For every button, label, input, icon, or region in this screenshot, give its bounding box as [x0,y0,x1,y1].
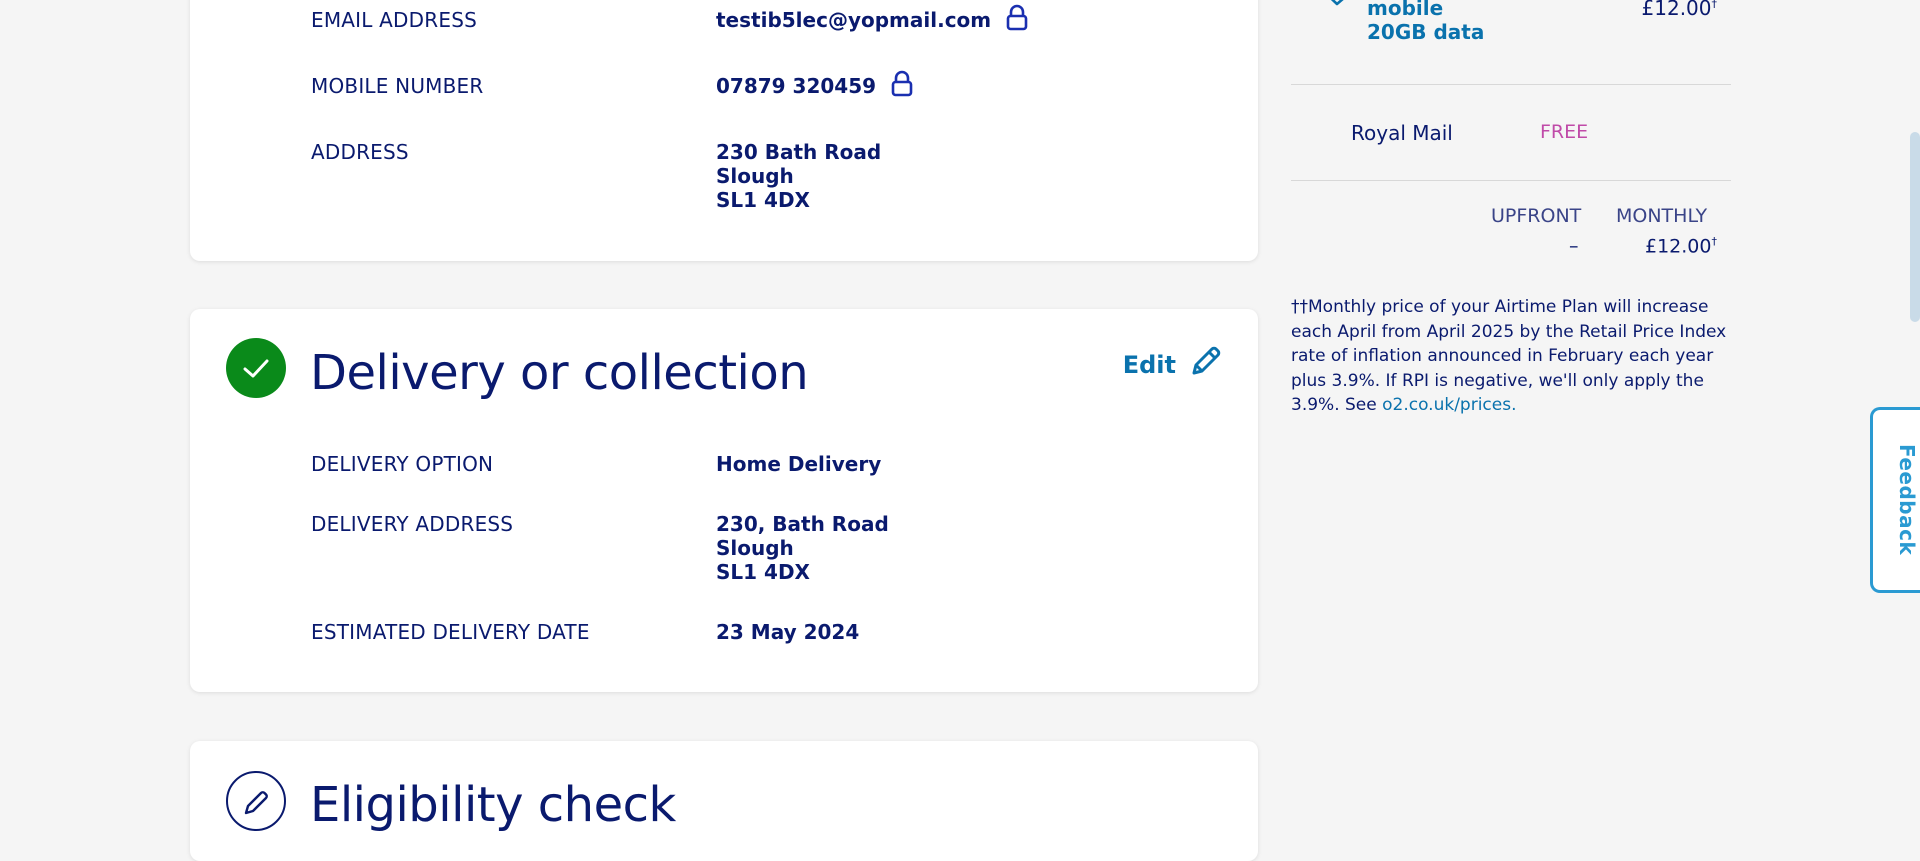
mobile-value-wrap: 07879 320459 [716,70,914,103]
upfront-value: – [1569,235,1579,257]
delivery-option-row: DELIVERY OPTION Home Delivery [311,452,1211,476]
delivery-address-row: DELIVERY ADDRESS 230, Bath Road Slough S… [311,512,1211,584]
delivery-address-label: DELIVERY ADDRESS [311,512,514,536]
edit-label: Edit [1122,351,1176,379]
chevron-check-icon [1315,0,1361,26]
checkmark-icon [226,338,286,398]
plan-name: mobile 20GB data [1367,0,1484,44]
monthly-label: MONTHLY [1616,205,1708,227]
mobile-label: MOBILE NUMBER [311,74,484,98]
delivery-address-line: SL1 4DX [716,560,810,584]
address-label: ADDRESS [311,140,409,164]
delivery-date-value: 23 May 2024 [716,620,860,644]
divider [1291,180,1731,181]
email-row: EMAIL ADDRESS testib5lec@yopmail.com [311,4,1211,37]
lock-icon [1005,4,1029,37]
mobile-value: 07879 320459 [716,74,877,98]
mobile-row: MOBILE NUMBER 07879 320459 [311,70,1211,103]
divider [1291,84,1731,85]
delivery-option-label: DELIVERY OPTION [311,452,494,476]
dagger-mark: † [1711,235,1717,248]
price-footnote: ††Monthly price of your Airtime Plan wil… [1291,295,1731,418]
feedback-tab[interactable]: Feedback [1870,407,1920,593]
address-row: ADDRESS 230 Bath Road Slough SL1 4DX [311,140,1211,212]
plan-name-line: 20GB data [1367,20,1485,44]
delivery-title: Delivery or collection [310,345,809,401]
dagger-mark: † [1711,0,1718,11]
pencil-icon [226,771,286,831]
address-line: Slough [716,164,794,188]
delivery-address-line: 230, Bath Road [716,512,889,536]
prices-link[interactable]: o2.co.uk/prices. [1382,395,1516,415]
upfront-label: UPFRONT [1491,205,1582,227]
email-label: EMAIL ADDRESS [311,8,477,32]
scrollbar-thumb[interactable] [1910,132,1920,322]
feedback-label: Feedback [1895,444,1919,556]
delivery-method: Royal Mail [1351,121,1453,145]
email-value-wrap: testib5lec@yopmail.com [716,4,1029,37]
pencil-icon [1176,343,1224,387]
eligibility-card: Eligibility check [190,741,1258,861]
delivery-cost: FREE [1540,121,1589,143]
monthly-value: £12.00 [1645,235,1712,258]
plan-price: £12.00† [1642,0,1717,20]
edit-delivery-button[interactable]: Edit [1123,343,1224,387]
lock-icon [890,70,914,103]
address-line: 230 Bath Road [716,140,882,164]
address-value: 230 Bath Road Slough SL1 4DX [716,140,881,212]
delivery-card: Delivery or collection Edit DELIVERY OPT… [190,309,1258,692]
address-line: SL1 4DX [716,188,810,212]
contact-details-card: EMAIL ADDRESS testib5lec@yopmail.com MOB… [190,0,1258,261]
monthly-value-wrap: £12.00† [1645,235,1717,257]
delivery-date-row: ESTIMATED DELIVERY DATE 23 May 2024 [311,620,1211,644]
eligibility-title: Eligibility check [310,777,676,833]
delivery-date-label: ESTIMATED DELIVERY DATE [311,620,590,644]
delivery-option-value: Home Delivery [716,452,882,476]
email-value: testib5lec@yopmail.com [716,8,992,32]
delivery-address-line: Slough [716,536,794,560]
delivery-address-value: 230, Bath Road Slough SL1 4DX [716,512,889,584]
plan-price-value: £12.00 [1641,0,1712,20]
plan-name-line: mobile [1367,0,1444,20]
